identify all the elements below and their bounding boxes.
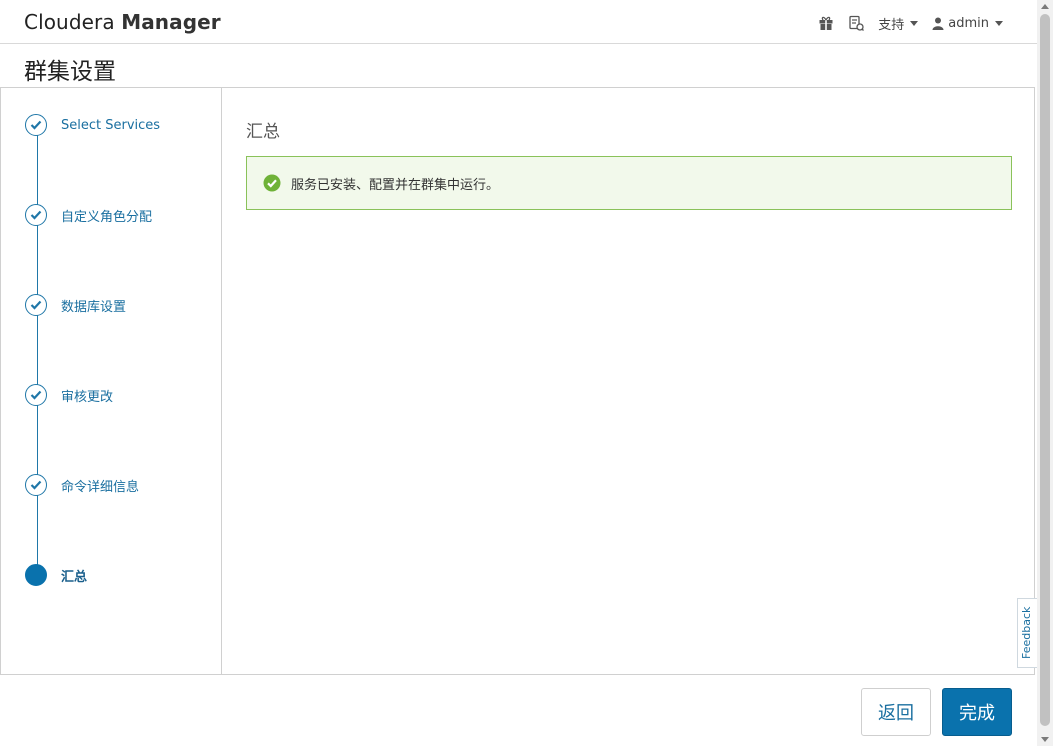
step-label: 汇总 <box>61 569 88 585</box>
gift-icon[interactable] <box>818 15 834 31</box>
step-command-details[interactable]: 命令详细信息 <box>25 473 139 497</box>
feedback-tab[interactable]: Feedback <box>1017 598 1037 668</box>
step-label: 审核更改 <box>61 389 114 405</box>
scroll-thumb[interactable] <box>1040 14 1050 726</box>
top-navbar: Cloudera Manager 支持 admin <box>0 0 1037 44</box>
wizard-content: 汇总 服务已安装、配置并在群集中运行。 <box>222 88 1034 674</box>
user-menu-label: admin <box>948 15 989 31</box>
support-menu[interactable]: 支持 <box>878 14 919 33</box>
page-title: 群集设置 <box>24 59 116 85</box>
wizard-panel: Select Services 自定义角色分配 数据库设置 审核更改 命令详细信 <box>0 87 1035 675</box>
user-icon <box>932 17 944 30</box>
vertical-scrollbar[interactable] <box>1037 0 1053 746</box>
back-button[interactable]: 返回 <box>861 688 931 736</box>
feedback-label: Feedback <box>1020 606 1033 659</box>
step-review-changes[interactable]: 审核更改 <box>25 383 113 407</box>
app-logo[interactable]: Cloudera Manager <box>24 10 221 34</box>
step-database-setup[interactable]: 数据库设置 <box>25 293 126 317</box>
steps-connector-line <box>37 125 38 575</box>
support-ticket-icon[interactable] <box>848 15 865 31</box>
step-label: 自定义角色分配 <box>61 209 153 225</box>
check-circle-icon <box>263 174 281 192</box>
step-custom-role-assignment[interactable]: 自定义角色分配 <box>25 203 152 227</box>
check-icon <box>25 474 47 496</box>
step-summary[interactable]: 汇总 <box>25 563 87 587</box>
success-alert: 服务已安装、配置并在群集中运行。 <box>246 156 1012 210</box>
active-step-dot-icon <box>25 564 47 586</box>
alert-message: 服务已安装、配置并在群集中运行。 <box>291 177 500 193</box>
scroll-up-arrow-icon[interactable] <box>1041 4 1049 9</box>
check-icon <box>25 114 47 136</box>
scroll-down-arrow-icon[interactable] <box>1041 737 1049 742</box>
check-icon <box>25 204 47 226</box>
step-label: Select Services <box>61 117 161 133</box>
chevron-down-icon <box>995 20 1003 26</box>
finish-button[interactable]: 完成 <box>942 688 1012 736</box>
wizard-steps: Select Services 自定义角色分配 数据库设置 审核更改 命令详细信 <box>1 88 222 674</box>
top-actions: 支持 admin <box>818 13 1003 33</box>
check-icon <box>25 294 47 316</box>
user-menu[interactable]: admin <box>932 16 1003 31</box>
chevron-down-icon <box>910 20 919 26</box>
brand-light-text: Cloudera <box>24 10 115 34</box>
support-menu-label: 支持 <box>878 17 905 33</box>
step-select-services[interactable]: Select Services <box>25 113 160 137</box>
section-title: 汇总 <box>246 122 280 142</box>
step-label: 命令详细信息 <box>61 479 140 495</box>
step-label: 数据库设置 <box>61 299 127 315</box>
brand-bold-text: Manager <box>121 10 221 34</box>
check-icon <box>25 384 47 406</box>
